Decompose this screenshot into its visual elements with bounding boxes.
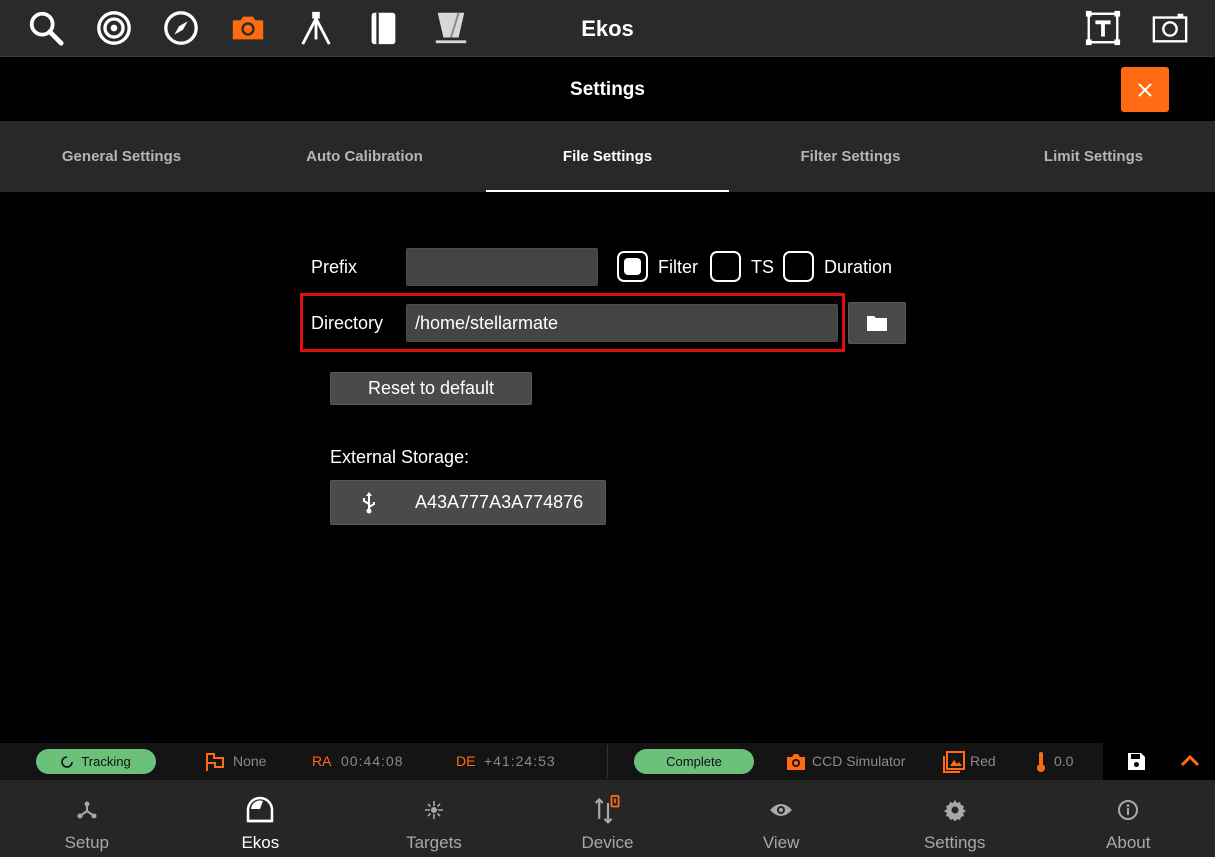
capture-status-badge[interactable]: Complete	[634, 749, 754, 774]
settings-header: Settings	[0, 58, 1215, 121]
nav-item-view[interactable]: View	[694, 780, 868, 857]
external-storage-button[interactable]: A43A777A3A774876	[330, 480, 606, 525]
about-icon	[1113, 795, 1143, 825]
screenshot-icon[interactable]	[1150, 8, 1190, 48]
duration-checkbox-label: Duration	[824, 257, 893, 277]
search-icon[interactable]	[26, 8, 66, 48]
thermometer-icon	[1037, 752, 1045, 772]
nav-label-setup: Setup	[64, 833, 109, 852]
tracking-status-badge[interactable]: Tracking	[36, 749, 156, 774]
targets-icon	[419, 795, 449, 825]
directory-label: Directory	[311, 313, 384, 333]
ekos-icon	[245, 795, 275, 825]
external-storage-label: External Storage:	[330, 447, 470, 467]
nav-label-device: Device	[581, 833, 634, 852]
tab-filter-settings[interactable]: Filter Settings	[729, 121, 972, 192]
tracking-status-text: Tracking	[81, 754, 131, 769]
tripod-icon[interactable]	[296, 8, 336, 48]
close-button[interactable]	[1121, 67, 1169, 112]
settings-tabs: General Settings Auto Calibration File S…	[0, 121, 1215, 192]
save-icon[interactable]	[1127, 752, 1146, 771]
ccd-camera-icon	[787, 754, 805, 770]
de-value: +41:24:53	[484, 753, 556, 769]
reset-to-default-button[interactable]: Reset to default	[330, 372, 532, 405]
chevron-up-icon[interactable]	[1180, 753, 1200, 767]
status-actions	[1103, 743, 1215, 780]
target-name: None	[233, 753, 267, 769]
browse-directory-button[interactable]	[848, 302, 906, 344]
ts-checkbox-label: TS	[751, 257, 775, 277]
duration-checkbox[interactable]	[783, 251, 814, 282]
nav-label-view: View	[762, 833, 800, 852]
settings-icon	[940, 795, 970, 825]
setup-icon	[72, 795, 102, 825]
prefix-label: Prefix	[311, 257, 358, 277]
usb-icon	[363, 491, 375, 513]
bottom-navigation: Setup Ekos Targets Device View Settings	[0, 780, 1215, 857]
notebook-icon[interactable]	[363, 8, 403, 48]
nav-label-ekos: Ekos	[241, 833, 280, 852]
nav-item-about[interactable]: About	[1041, 780, 1215, 857]
flat-panel-icon[interactable]	[431, 8, 471, 48]
directory-input[interactable]: /home/stellarmate	[406, 304, 838, 342]
filter-checkbox-label: Filter	[658, 257, 698, 277]
nav-label-about: About	[1106, 833, 1151, 852]
flag-icon	[206, 753, 224, 771]
tab-limit-settings[interactable]: Limit Settings	[972, 121, 1215, 192]
prefix-input[interactable]	[406, 248, 598, 286]
nav-item-targets[interactable]: Targets	[347, 780, 521, 857]
camera-name: CCD Simulator	[812, 753, 906, 769]
spinner-icon	[61, 755, 74, 768]
settings-title: Settings	[570, 79, 645, 100]
status-divider	[607, 745, 608, 778]
top-toolbar: Ekos	[0, 0, 1215, 57]
view-icon	[766, 795, 796, 825]
ra-value: 00:44:08	[341, 753, 404, 769]
target-icon[interactable]	[94, 8, 134, 48]
device-icon	[593, 795, 623, 825]
nav-item-setup[interactable]: Setup	[0, 780, 174, 857]
nav-item-device[interactable]: Device	[521, 780, 695, 857]
external-storage-device: A43A777A3A774876	[415, 492, 584, 512]
nav-item-settings[interactable]: Settings	[868, 780, 1042, 857]
ts-checkbox[interactable]	[710, 251, 741, 282]
close-icon	[1138, 82, 1152, 97]
tab-file-settings[interactable]: File Settings	[486, 121, 729, 192]
de-label: DE	[456, 753, 476, 769]
status-bar: Tracking None RA 00:44:08 DE +41:24:53 C…	[0, 743, 1215, 780]
filter-name: Red	[970, 753, 996, 769]
tab-auto-calibration[interactable]: Auto Calibration	[243, 121, 486, 192]
nav-label-settings: Settings	[923, 833, 986, 852]
nav-item-ekos[interactable]: Ekos	[174, 780, 348, 857]
folder-icon	[867, 316, 887, 331]
filter-image-icon	[943, 751, 965, 773]
filter-checkbox[interactable]	[617, 251, 648, 282]
compass-icon[interactable]	[161, 8, 201, 48]
text-frame-icon[interactable]	[1083, 8, 1123, 48]
tab-general-settings[interactable]: General Settings	[0, 121, 243, 192]
nav-label-targets: Targets	[406, 833, 462, 852]
ra-label: RA	[312, 753, 332, 769]
camera-icon[interactable]	[228, 8, 268, 48]
temperature-value: 0.0	[1054, 753, 1074, 769]
